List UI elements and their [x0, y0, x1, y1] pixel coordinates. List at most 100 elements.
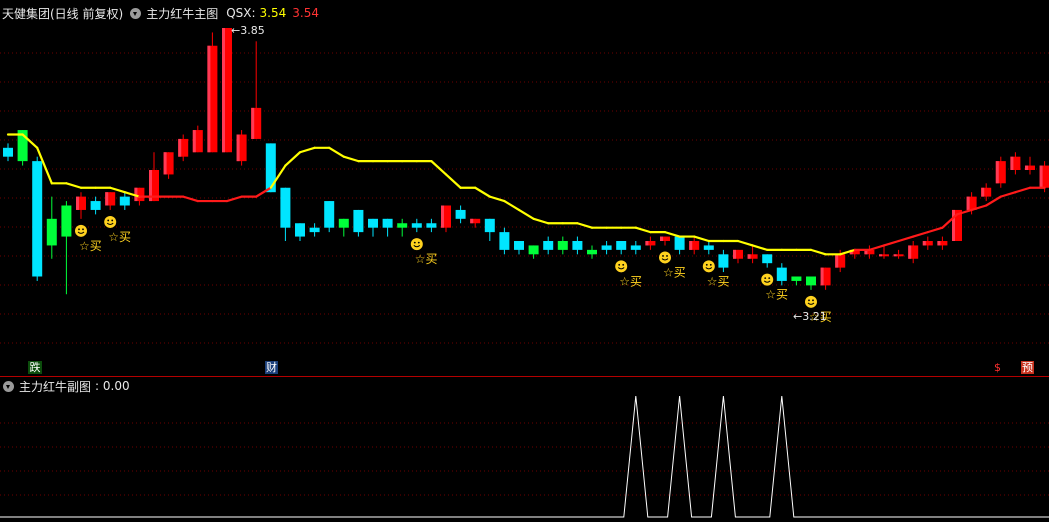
trend-line-segment: [736, 239, 754, 247]
trend-line-segment: [430, 160, 448, 176]
smile-icon: [659, 251, 671, 264]
candle-body: [46, 218, 57, 246]
trend-line-segment: [488, 195, 506, 203]
smile-eye: [107, 219, 110, 222]
trend-line-segment: [65, 182, 83, 189]
smile-icon: [75, 224, 87, 237]
candle-body: [353, 209, 364, 233]
trend-line-segment: [182, 195, 199, 203]
smile-eye: [78, 228, 80, 231]
candle-highlight: [835, 254, 839, 268]
trend-line-segment: [474, 186, 491, 198]
candle-highlight: [441, 205, 444, 228]
candle-body: [543, 241, 554, 250]
event-marker-yu[interactable]: 预: [1021, 361, 1034, 374]
smile-eye: [764, 277, 767, 280]
candle-highlight: [178, 138, 182, 157]
smile-eye: [622, 263, 625, 266]
trend-line-segment: [342, 155, 360, 163]
candle-highlight: [995, 161, 999, 184]
smile-icon: [761, 273, 774, 286]
candle-highlight: [470, 218, 474, 224]
trend-line-segment: [284, 151, 302, 167]
smile-eye: [768, 277, 771, 280]
trend-line-segment: [809, 248, 827, 256]
smile-icon: [410, 238, 423, 251]
candle-body: [295, 223, 305, 237]
smile-eye: [666, 255, 668, 257]
buy-signal-label: ☆买: [663, 265, 686, 279]
candle-body: [616, 241, 627, 250]
event-marker-dollar[interactable]: $: [991, 361, 1004, 374]
candle-highlight: [689, 241, 693, 250]
candle-highlight: [163, 152, 167, 175]
candle-highlight: [1010, 156, 1014, 170]
buy-signal-label: ☆买: [707, 274, 730, 288]
trend-line-segment: [634, 226, 652, 234]
trend-line-segment: [503, 199, 521, 212]
candle-highlight: [1025, 165, 1028, 170]
smile-eye: [111, 219, 114, 222]
candle-body: [601, 245, 612, 250]
candle-highlight: [893, 254, 897, 257]
smile-eye: [618, 263, 621, 266]
event-marker-cai[interactable]: 财: [265, 361, 278, 374]
candle-highlight: [922, 241, 926, 246]
buy-signal-label: ☆买: [108, 230, 131, 244]
chevron-down-icon[interactable]: [3, 380, 14, 392]
smile-eye: [812, 299, 814, 302]
candle-highlight: [1039, 165, 1043, 188]
sub-signal-line: [0, 395, 1049, 518]
candle-highlight: [981, 187, 985, 197]
trend-line-segment: [1014, 186, 1032, 194]
candlestick-chart[interactable]: ☆买☆买☆买☆买☆买☆买☆买☆买←3.85←3.21: [0, 0, 1049, 522]
candle-body: [791, 276, 802, 281]
trend-line-segment: [926, 226, 944, 234]
high-price-marker: ←3.85: [231, 24, 265, 37]
smile-icon: [805, 295, 817, 308]
smile-icon: [702, 260, 715, 273]
trend-line-segment: [663, 231, 681, 238]
candle-body: [382, 218, 393, 228]
candle-body: [426, 223, 437, 228]
candle-highlight: [879, 254, 882, 257]
candle-body: [411, 223, 422, 228]
candle-body: [718, 254, 729, 268]
candle-body: [514, 241, 524, 250]
trend-line-segment: [693, 235, 710, 243]
candle-body: [630, 245, 641, 250]
candle-body: [119, 196, 130, 206]
candle-body: [484, 218, 495, 233]
sub-indicator-name[interactable]: 主力红牛副图: [19, 378, 91, 395]
sub-chart-header: 主力红牛副图 : 0.00: [0, 378, 130, 394]
smile-eye: [808, 299, 810, 302]
candle-highlight: [733, 249, 736, 259]
candle-body: [806, 276, 816, 286]
smile-eye: [709, 263, 712, 266]
smile-eye: [82, 228, 84, 231]
candle-highlight: [966, 196, 970, 210]
buy-signal-label: ☆买: [619, 274, 642, 288]
smile-eye: [417, 241, 420, 244]
candle-highlight: [105, 192, 109, 206]
event-marker-die[interactable]: 跌: [28, 361, 42, 374]
candle-body: [338, 218, 349, 228]
candle-body: [265, 143, 276, 193]
candle-highlight: [222, 28, 225, 153]
candle-body: [90, 201, 101, 210]
candle-highlight: [76, 196, 79, 210]
candle-highlight: [236, 134, 240, 162]
trend-line-segment: [897, 235, 915, 243]
low-price-marker: ←3.21: [793, 310, 827, 323]
candle-highlight: [251, 107, 255, 139]
sub-indicator-value: : 0.00: [95, 379, 130, 393]
trend-line-segment: [517, 208, 535, 220]
candle-body: [674, 236, 685, 250]
buy-signal-label: ☆买: [415, 252, 438, 266]
panel-divider[interactable]: [0, 376, 1049, 377]
trend-line-segment: [298, 146, 316, 154]
trend-line-segment: [444, 173, 462, 189]
buy-signal-label: ☆买: [79, 239, 102, 253]
trend-line-segment: [751, 244, 769, 251]
buy-signal-label: ☆买: [765, 288, 788, 302]
